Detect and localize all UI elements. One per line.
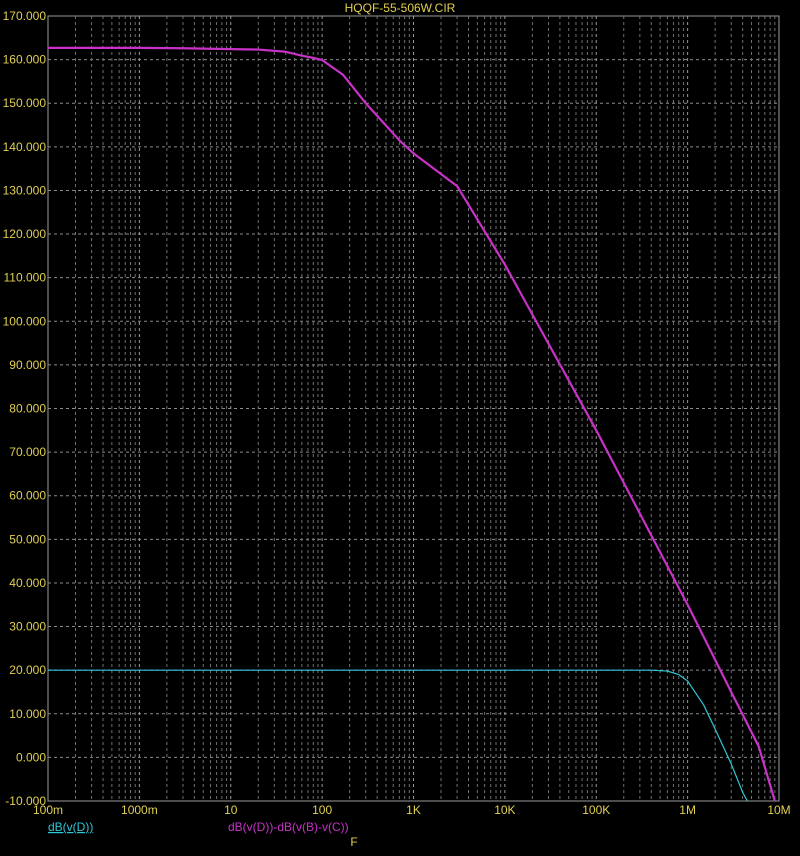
grid-lines: [48, 16, 779, 801]
chart-title: HQQF-55-506W.CIR: [345, 1, 456, 15]
y-tick-label: 90.000: [9, 358, 46, 372]
y-tick-label: 120.000: [3, 227, 47, 241]
tick-labels: 170.000 160.000 150.000 140.000 130.000 120.0…: [3, 9, 791, 817]
x-tick-label: 10: [224, 803, 238, 817]
y-tick-label: 170.000: [3, 9, 47, 23]
y-tick-label: 70.000: [9, 445, 46, 459]
series-line-2: [48, 46, 776, 802]
y-tick-label: 100.000: [3, 314, 47, 328]
y-tick-label: 110.000: [4, 271, 47, 285]
y-tick-label: 40.000: [9, 576, 46, 590]
x-tick-label: 10K: [494, 803, 515, 817]
x-tick-label: 100K: [582, 803, 610, 817]
x-tick-label: 1K: [406, 803, 421, 817]
legend-entry-series-1: dB(v(D)): [48, 820, 93, 834]
legend-entry-series-2: dB(v(D))-dB(v(B)-v(C)): [228, 820, 349, 834]
x-tick-label: 10M: [767, 803, 790, 817]
y-tick-label: 30.000: [9, 620, 46, 634]
y-tick-label: 20.000: [9, 663, 46, 677]
data-series: [48, 46, 776, 802]
chart-plot: 170.000 160.000 150.000 140.000 130.000 120.0…: [3, 1, 791, 849]
y-tick-label: 150.000: [3, 96, 47, 110]
y-tick-label: 140.000: [3, 140, 47, 154]
x-tick-label: 100: [312, 803, 332, 817]
y-tick-label: 50.000: [9, 532, 46, 546]
x-tick-label: 1M: [679, 803, 696, 817]
y-tick-label: 80.000: [9, 402, 46, 416]
x-tick-label: 100m: [33, 803, 63, 817]
x-tick-label: 1000m: [121, 803, 158, 817]
y-tick-label: 130.000: [3, 183, 47, 197]
y-tick-label: 10.000: [9, 707, 46, 721]
series-line-1: [48, 669, 748, 802]
x-axis-label: F: [350, 835, 357, 849]
y-tick-label: 60.000: [9, 489, 46, 503]
y-tick-label: 160.000: [3, 53, 47, 67]
y-tick-label: 0.000: [16, 750, 46, 764]
